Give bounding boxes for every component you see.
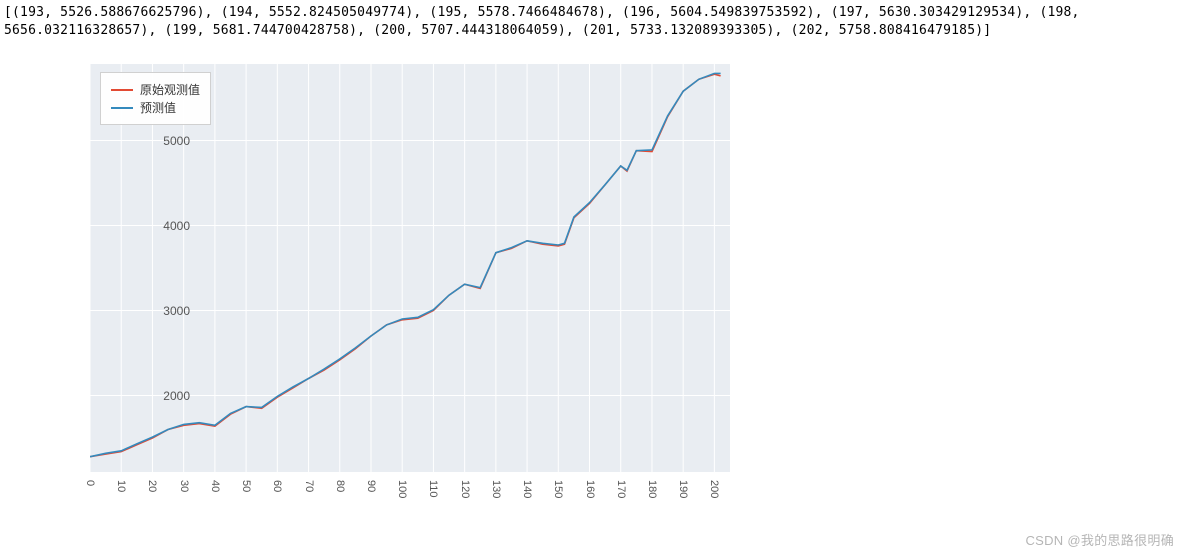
legend-swatch-predicted [111,107,133,109]
x-tick-label: 0 [84,480,96,486]
x-tick-label: 150 [552,480,564,498]
legend-label-observed: 原始观测值 [140,81,200,98]
x-tick-label: 30 [178,480,190,492]
chart-legend: 原始观测值 预测值 [100,72,211,125]
y-tick-label: 4000 [140,219,190,233]
x-tick-label: 100 [396,480,408,498]
legend-swatch-observed [111,89,133,91]
x-tick-label: 20 [146,480,158,492]
x-tick-label: 140 [521,480,533,498]
legend-label-predicted: 预测值 [140,99,176,116]
x-tick-label: 50 [240,480,252,492]
plot-area [90,64,730,472]
x-tick-label: 60 [271,480,283,492]
time-series-chart: 2000 3000 4000 5000 0 10 20 30 40 50 60 70 80 90 100 1… [18,46,768,536]
x-tick-label: 110 [427,480,439,498]
legend-entry-predicted: 预测值 [111,99,200,116]
x-tick-label: 130 [490,480,502,498]
x-tick-label: 80 [334,480,346,492]
y-tick-label: 2000 [140,389,190,403]
series-svg [90,64,730,472]
x-tick-label: 120 [459,480,471,498]
x-tick-label: 170 [615,480,627,498]
y-tick-label: 5000 [140,134,190,148]
x-tick-label: 10 [115,480,127,492]
x-tick-label: 160 [584,480,596,498]
x-tick-label: 200 [708,480,720,498]
x-tick-label: 190 [677,480,689,498]
watermark: CSDN @我的思路很明确 [1025,530,1174,549]
x-tick-label: 180 [646,480,658,498]
console-output: [(193, 5526.588676625796), (194, 5552.82… [0,0,1184,41]
x-tick-label: 40 [209,480,221,492]
x-tick-label: 70 [303,480,315,492]
x-tick-label: 90 [365,480,377,492]
legend-entry-observed: 原始观测值 [111,81,200,98]
y-tick-label: 3000 [140,304,190,318]
